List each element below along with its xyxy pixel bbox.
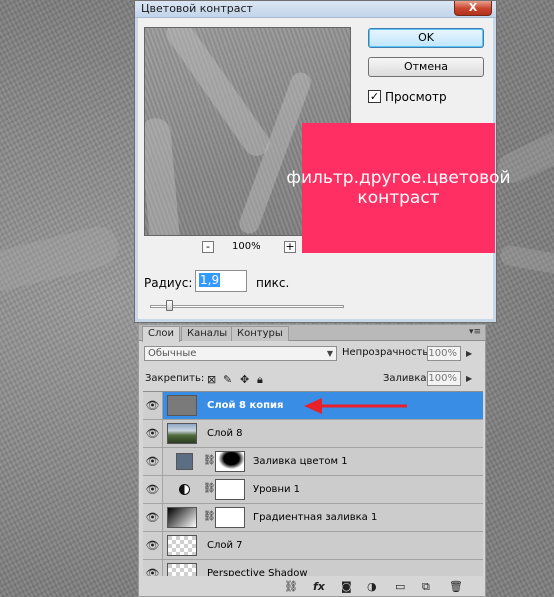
panel-menu-icon[interactable]: ▾≡ <box>469 327 481 337</box>
tab-channels[interactable]: Каналы <box>181 326 234 341</box>
add-mask-icon[interactable]: ◙ <box>341 580 352 593</box>
gradient-thumbnail <box>167 507 197 528</box>
adjustment-layer-icon[interactable]: ◑ <box>367 580 377 593</box>
canvas-shape <box>498 244 554 276</box>
layer-name: Слой 8 копия <box>207 400 284 411</box>
layer-name: Perspective Shadow <box>207 568 308 576</box>
layer-row-perspective-shadow[interactable]: 👁︎ Perspective Shadow <box>143 560 483 576</box>
layer-name: Слой 8 <box>207 428 243 439</box>
fill-label: Заливка: <box>383 373 430 384</box>
mask-thumbnail <box>215 479 245 500</box>
layer-thumbnail <box>167 423 197 444</box>
cancel-button[interactable]: Отмена <box>368 57 484 77</box>
eye-icon[interactable]: 👁︎ <box>143 448 163 475</box>
lock-label: Закрепить: <box>145 373 205 384</box>
layer-name: Градиентная заливка 1 <box>253 512 378 523</box>
link-icon[interactable]: ⛓︎ <box>203 483 216 494</box>
layer-row-sloi-7[interactable]: 👁︎ Слой 7 <box>143 532 483 560</box>
opacity-arrow-icon[interactable]: ▶ <box>466 349 472 358</box>
layer-list: 👁︎ Слой 8 копия 👁︎ Слой 8 👁︎ ⛓︎ Заливка … <box>143 391 483 576</box>
opacity-label: Непрозрачность: <box>342 347 432 358</box>
layer-row-levels[interactable]: 👁︎ ⛓︎ Уровни 1 <box>143 476 483 504</box>
eye-icon[interactable]: 👁︎ <box>143 560 163 576</box>
chevron-down-icon: ▼ <box>326 349 333 358</box>
fill-arrow-icon[interactable]: ▶ <box>466 374 472 383</box>
layer-row-sloi-8[interactable]: 👁︎ Слой 8 <box>143 420 483 448</box>
canvas-shape <box>0 222 123 298</box>
link-icon[interactable]: ⛓︎ <box>203 455 216 466</box>
eye-icon[interactable]: 👁︎ <box>143 532 163 559</box>
lock-position-icon[interactable]: ✥ <box>240 373 249 386</box>
eye-icon[interactable]: 👁︎ <box>143 420 163 447</box>
eye-icon[interactable]: 👁︎ <box>143 392 163 419</box>
close-button[interactable]: X <box>454 1 492 16</box>
fx-icon[interactable]: fx <box>313 580 325 593</box>
panel-footer: ⛓︎ fx ◙ ◑ ▭ ⧉ 🗑︎ <box>139 577 485 596</box>
blend-mode-select[interactable]: Обычные ▼ <box>144 346 337 361</box>
blend-mode-value: Обычные <box>148 348 197 359</box>
dialog-title: Цветовой контраст <box>141 2 253 15</box>
fill-field[interactable]: 100% <box>427 371 461 386</box>
layer-name: Уровни 1 <box>253 484 301 495</box>
radius-slider-track[interactable] <box>150 305 344 308</box>
new-layer-icon[interactable]: ⧉ <box>422 580 430 594</box>
mask-thumbnail <box>215 507 245 528</box>
radius-value: 1,9 <box>199 273 221 287</box>
new-group-icon[interactable]: ▭ <box>395 580 405 593</box>
layer-name: Заливка цветом 1 <box>253 456 348 467</box>
layer-thumbnail <box>167 563 197 576</box>
lock-all-icon[interactable]: 🔒︎ <box>257 373 263 387</box>
preview-checkbox[interactable]: ✓ <box>368 90 381 103</box>
zoom-level: 100% <box>232 241 261 252</box>
radius-slider-thumb[interactable] <box>166 300 173 311</box>
callout-text: фильтр.другое.цветовой контраст <box>286 168 511 208</box>
annotation-callout: фильтр.другое.цветовой контраст <box>286 123 511 253</box>
preview-shape <box>161 28 275 161</box>
annotation-arrow <box>304 398 407 414</box>
layer-name: Слой 7 <box>207 540 243 551</box>
color-fill-thumbnail <box>176 453 193 470</box>
lock-pixels-icon[interactable]: ✎ <box>223 373 232 386</box>
panel-tabbar: Слои Каналы Контуры ▾≡ <box>139 325 485 342</box>
lock-transparency-icon[interactable]: ⊠ <box>207 373 216 386</box>
layers-panel: Слои Каналы Контуры ▾≡ Обычные ▼ Непрозр… <box>138 324 486 597</box>
tab-layers[interactable]: Слои <box>142 326 180 342</box>
layer-thumbnail <box>167 395 197 416</box>
preview-shape <box>145 116 181 235</box>
zoom-out-button[interactable]: - <box>202 241 214 253</box>
eye-icon[interactable]: 👁︎ <box>143 504 163 531</box>
layer-row-color-fill[interactable]: 👁︎ ⛓︎ Заливка цветом 1 <box>143 448 483 476</box>
zoom-in-button[interactable]: + <box>284 241 296 253</box>
link-icon[interactable]: ⛓︎ <box>203 511 216 522</box>
opacity-field[interactable]: 100% <box>427 346 461 361</box>
ok-button[interactable]: OK <box>368 28 484 48</box>
eye-icon[interactable]: 👁︎ <box>143 476 163 503</box>
layer-row-gradient-fill[interactable]: 👁︎ ⛓︎ Градиентная заливка 1 <box>143 504 483 532</box>
tab-paths[interactable]: Контуры <box>231 326 289 341</box>
link-layers-icon[interactable]: ⛓︎ <box>284 580 298 593</box>
dialog-titlebar[interactable]: Цветовой контраст X <box>135 1 496 18</box>
radius-input[interactable]: 1,9 <box>195 270 247 292</box>
adjustment-layer-icon <box>179 484 190 495</box>
preview-label: Просмотр <box>385 90 447 104</box>
radius-unit: пикс. <box>256 276 290 290</box>
layer-thumbnail <box>167 535 197 556</box>
trash-icon[interactable]: 🗑︎ <box>449 580 463 593</box>
radius-label: Радиус: <box>144 276 193 290</box>
mask-thumbnail <box>215 451 245 472</box>
